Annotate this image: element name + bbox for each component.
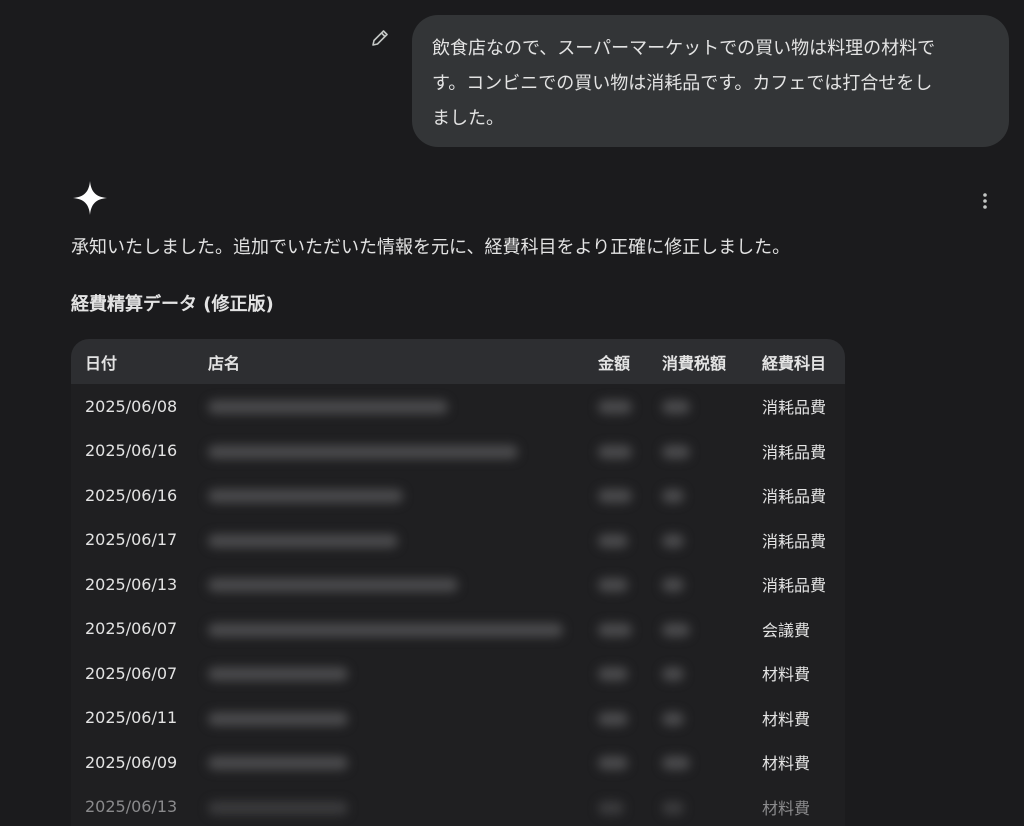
expense-table: 日付 店名 金額 消費税額 経費科目 2025/06/08 消耗品費 2025/…	[71, 339, 845, 826]
cell-date: 2025/06/16	[85, 485, 178, 505]
cell-store-redacted	[194, 429, 584, 474]
cell-category: 消耗品費	[762, 398, 827, 418]
cell-store-redacted	[194, 518, 584, 563]
cell-amount-redacted	[584, 740, 648, 785]
response-heading: 経費精算データ (修正版)	[71, 294, 274, 315]
user-message-line: ました。	[432, 108, 504, 129]
table-row: 2025/06/13 消耗品費	[71, 562, 845, 607]
cell-category: 消耗品費	[762, 576, 827, 596]
user-message-line: 飲食店なので、スーパーマーケットでの買い物は料理の材料で	[432, 38, 936, 59]
cell-tax-redacted	[648, 384, 746, 429]
header-store: 店名	[208, 353, 241, 373]
cell-amount-redacted	[584, 651, 648, 696]
cell-amount-redacted	[584, 696, 648, 741]
more-vertical-icon[interactable]	[976, 190, 994, 212]
table-row: 2025/06/16 消耗品費	[71, 429, 845, 474]
cell-store-redacted	[194, 785, 584, 826]
table-row: 2025/06/17 消耗品費	[71, 518, 845, 563]
cell-store-redacted	[194, 384, 584, 429]
cell-amount-redacted	[584, 607, 648, 652]
cell-store-redacted	[194, 740, 584, 785]
cell-amount-redacted	[584, 562, 648, 607]
pencil-icon[interactable]	[370, 28, 390, 48]
cell-tax-redacted	[648, 429, 746, 474]
cell-store-redacted	[194, 696, 584, 741]
header-tax: 消費税額	[662, 353, 727, 373]
cell-amount-redacted	[584, 473, 648, 518]
sparkle-icon	[72, 180, 108, 216]
cell-tax-redacted	[648, 607, 746, 652]
cell-date: 2025/06/09	[85, 752, 178, 772]
user-message-bubble: 飲食店なので、スーパーマーケットでの買い物は料理の材料で す。コンビニでの買い物…	[412, 15, 1009, 147]
table-row: 2025/06/11 材料費	[71, 696, 845, 741]
table-row: 2025/06/16 消耗品費	[71, 473, 845, 518]
table-row: 2025/06/07 材料費	[71, 651, 845, 696]
cell-date: 2025/06/08	[85, 396, 178, 416]
cell-store-redacted	[194, 562, 584, 607]
cell-category: 材料費	[762, 665, 811, 685]
table-row: 2025/06/09 材料費	[71, 740, 845, 785]
cell-date: 2025/06/13	[85, 797, 178, 817]
table-header-row: 日付 店名 金額 消費税額 経費科目	[71, 339, 845, 384]
cell-amount-redacted	[584, 518, 648, 563]
cell-date: 2025/06/13	[85, 574, 178, 594]
cell-date: 2025/06/07	[85, 663, 178, 683]
cell-category: 消耗品費	[762, 442, 827, 462]
cell-amount-redacted	[584, 785, 648, 826]
cell-tax-redacted	[648, 696, 746, 741]
table-row: 2025/06/08 消耗品費	[71, 384, 845, 429]
table-row: 2025/06/13 材料費	[71, 785, 845, 826]
cell-date: 2025/06/07	[85, 619, 178, 639]
cell-date: 2025/06/16	[85, 441, 178, 461]
cell-tax-redacted	[648, 651, 746, 696]
response-intro: 承知いたしました。追加でいただいた情報を元に、経費科目をより正確に修正しました。	[71, 237, 791, 258]
cell-tax-redacted	[648, 473, 746, 518]
cell-amount-redacted	[584, 429, 648, 474]
cell-amount-redacted	[584, 384, 648, 429]
cell-store-redacted	[194, 607, 584, 652]
cell-category: 会議費	[762, 620, 811, 640]
cell-category: 材料費	[762, 798, 811, 818]
cell-category: 材料費	[762, 709, 811, 729]
cell-store-redacted	[194, 651, 584, 696]
header-date: 日付	[85, 353, 118, 373]
cell-category: 消耗品費	[762, 531, 827, 551]
user-message-line: す。コンビニでの買い物は消耗品です。カフェでは打合せをし	[432, 73, 933, 94]
cell-tax-redacted	[648, 518, 746, 563]
header-amount: 金額	[598, 353, 631, 373]
cell-category: 消耗品費	[762, 487, 827, 507]
table-row: 2025/06/07 会議費	[71, 607, 845, 652]
header-category: 経費科目	[762, 353, 827, 373]
cell-tax-redacted	[648, 785, 746, 826]
cell-date: 2025/06/11	[85, 708, 178, 728]
cell-store-redacted	[194, 473, 584, 518]
cell-date: 2025/06/17	[85, 530, 178, 550]
cell-tax-redacted	[648, 562, 746, 607]
cell-category: 材料費	[762, 754, 811, 774]
cell-tax-redacted	[648, 740, 746, 785]
